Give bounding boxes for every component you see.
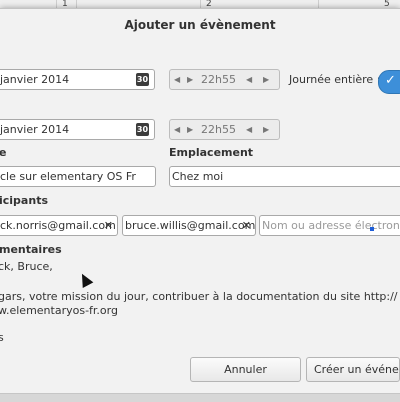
participants-label: icipants [0,194,48,207]
remove-x-icon[interactable]: ✕ [242,216,251,235]
participant-email: ck.norris@gmail.com [0,219,116,232]
create-event-button[interactable]: Créer un événeme [306,357,400,382]
location-input[interactable]: Chez moi [169,166,400,187]
location-label: Emplacement [169,146,254,159]
all-day-toggle[interactable]: ✓ [378,70,400,94]
end-date-value: janvier 2014 [0,123,70,136]
event-title-value: cle sur elementary OS Fr [0,170,136,183]
location-value: Chez moi [172,170,224,183]
checkmark-icon: ✓ [385,73,396,88]
arrow-right-icon[interactable]: ▶ [263,70,269,89]
cancel-button[interactable]: Annuler [190,357,301,382]
add-event-dialog: Ajouter un évènement janvier 2014 30 ◀ ▶… [0,8,400,402]
participant-placeholder: Nom ou adresse électroniqu [262,219,400,232]
calendar-icon[interactable]: 30 [136,123,149,136]
text-caret [370,227,374,231]
end-time-spinner[interactable]: ◀ ▶ 22h55 ◀ ▶ [169,119,280,140]
arrow-left-icon[interactable]: ◀ [174,120,180,139]
bottom-strip [0,393,400,402]
remove-x-icon[interactable]: ✕ [104,216,113,235]
comment-line: gars, votre mission du jour, contribuer … [0,290,398,303]
dialog-title: Ajouter un évènement [124,18,276,32]
start-date-value: janvier 2014 [0,73,70,86]
all-day-label: Journée entière : [289,73,381,86]
title-label: e [0,146,7,159]
comments-label: mentaires [0,243,62,256]
arrow-right-icon[interactable]: ▶ [187,120,193,139]
start-time-spinner[interactable]: ◀ ▶ 22h55 ◀ ▶ [169,69,280,90]
comment-line: ck, Bruce, [0,260,53,273]
calendar-icon[interactable]: 30 [136,73,149,86]
arrow-left-icon[interactable]: ◀ [246,120,252,139]
arrow-right-icon[interactable]: ▶ [187,70,193,89]
arrow-left-icon[interactable]: ◀ [246,70,252,89]
participant-chip[interactable]: bruce.willis@gmail.com ✕ [122,215,256,236]
participant-input[interactable]: Nom ou adresse électroniqu [259,215,400,236]
start-date-field[interactable]: janvier 2014 30 [0,69,155,90]
arrow-left-icon[interactable]: ◀ [174,70,180,89]
comment-line: w.elementaryos-fr.org [0,304,118,317]
comments-textarea[interactable]: ck, Bruce, gars, votre mission du jour, … [0,260,400,350]
end-date-field[interactable]: janvier 2014 30 [0,119,155,140]
start-time-value: 22h55 [201,73,236,86]
participant-chip[interactable]: ck.norris@gmail.com ✕ [0,215,118,236]
comment-line: s [0,331,4,344]
event-title-input[interactable]: cle sur elementary OS Fr [0,166,156,187]
end-time-value: 22h55 [201,123,236,136]
arrow-right-icon[interactable]: ▶ [263,120,269,139]
participant-email: bruce.willis@gmail.com [125,219,256,232]
